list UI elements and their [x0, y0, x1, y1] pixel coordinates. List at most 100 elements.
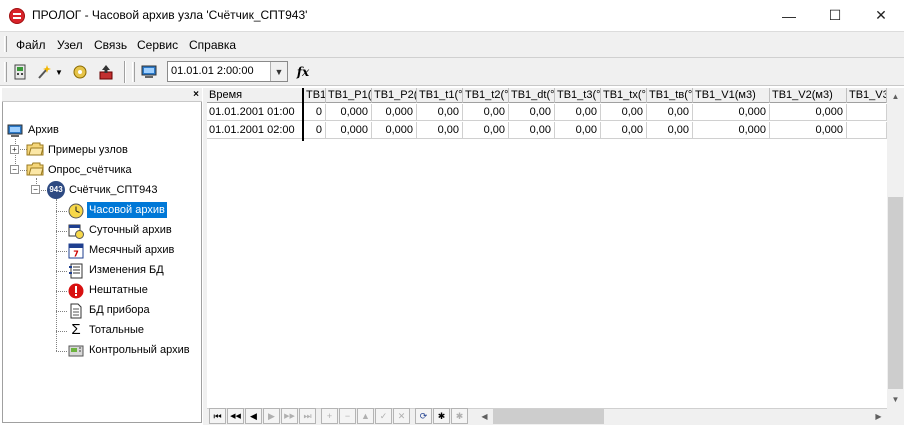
tree-item-totals[interactable]: Тотальные: [87, 322, 146, 338]
archive-date-value[interactable]: 01.01.01 2:00:00: [171, 65, 254, 77]
nav-prior-page-button[interactable]: ◀◀: [227, 408, 244, 424]
nav-clear-button[interactable]: ✱: [451, 408, 468, 424]
horizontal-scroll-thumb[interactable]: [493, 409, 604, 424]
nav-refresh-button[interactable]: ⟳: [415, 408, 432, 424]
table-cell[interactable]: 0,000: [372, 122, 417, 139]
table-cell[interactable]: 0,00: [555, 104, 601, 121]
column-header[interactable]: ТВ1_t2(°: [463, 88, 509, 103]
nav-edit-button[interactable]: ▲: [357, 408, 374, 424]
column-header[interactable]: ТВ1_t1(°: [417, 88, 463, 103]
tree-item-examples[interactable]: Примеры узлов: [46, 142, 130, 158]
table-cell[interactable]: 0,00: [555, 122, 601, 139]
tools-icon[interactable]: [69, 61, 91, 83]
device-icon[interactable]: [9, 61, 31, 83]
nav-apply-button[interactable]: ✱: [433, 408, 450, 424]
table-cell[interactable]: 0,00: [509, 104, 555, 121]
table-cell[interactable]: 0,000: [770, 104, 847, 121]
scroll-right-icon[interactable]: ▶: [870, 408, 887, 425]
table-cell[interactable]: [847, 122, 887, 139]
export-icon[interactable]: [95, 61, 117, 83]
menu-help[interactable]: Справка: [189, 37, 236, 53]
menu-connection[interactable]: Связь: [94, 37, 127, 53]
column-header[interactable]: ТВ1_V3(: [847, 88, 887, 103]
toolbar-grip-2[interactable]: [132, 62, 135, 82]
table-cell[interactable]: 0,00: [647, 122, 693, 139]
expand-button[interactable]: +: [10, 145, 19, 154]
menu-grip[interactable]: [4, 36, 7, 52]
collapse-button[interactable]: −: [10, 165, 19, 174]
nav-prior-button[interactable]: ◀: [245, 408, 262, 424]
column-header[interactable]: ТВ1_t3(°: [555, 88, 601, 103]
tree-item-hourly-archive[interactable]: Часовой архив: [87, 202, 167, 218]
column-header[interactable]: ТВ1: [304, 88, 326, 103]
tree-item-daily-archive[interactable]: Суточный архив: [87, 222, 174, 238]
row-time-cell[interactable]: 01.01.2001 02:00: [207, 122, 304, 139]
table-cell[interactable]: 0,00: [463, 104, 509, 121]
scroll-left-icon[interactable]: ◀: [476, 408, 493, 425]
formula-button[interactable]: fx: [292, 61, 314, 83]
wand-icon[interactable]: [33, 61, 55, 83]
close-panel-button[interactable]: ×: [190, 88, 202, 102]
table-cell[interactable]: [847, 104, 887, 121]
maximize-button[interactable]: ☐: [812, 0, 858, 31]
tree-item-poll[interactable]: Опрос_счётчика: [46, 162, 134, 178]
column-header[interactable]: ТВ1_tx(°: [601, 88, 647, 103]
table-cell[interactable]: 0,00: [601, 122, 647, 139]
close-button[interactable]: ✕: [858, 0, 904, 31]
table-cell[interactable]: 0,00: [601, 104, 647, 121]
table-cell[interactable]: 0,00: [509, 122, 555, 139]
collapse-button[interactable]: −: [31, 185, 40, 194]
nav-next-button[interactable]: ▶: [263, 408, 280, 424]
menu-bar: [0, 31, 904, 58]
calendar-month-icon: 7: [68, 243, 84, 259]
menu-file[interactable]: Файл: [16, 37, 46, 53]
column-header[interactable]: ТВ1_V1(м3): [693, 88, 770, 103]
fixed-column-separator: [302, 88, 304, 141]
table-cell[interactable]: 0,00: [647, 104, 693, 121]
scroll-up-icon[interactable]: ▲: [887, 88, 904, 105]
nav-next-page-button[interactable]: ▶▶: [281, 408, 298, 424]
tree-item-monthly-archive[interactable]: Месячный архив: [87, 242, 176, 258]
nav-cancel-button[interactable]: ✕: [393, 408, 410, 424]
tree-item-meter[interactable]: Счётчик_СПТ943: [67, 182, 159, 198]
table-cell[interactable]: 0,000: [326, 104, 372, 121]
minimize-button[interactable]: —: [766, 0, 812, 31]
toolbar-grip[interactable]: [4, 62, 7, 82]
tree-item-device-db[interactable]: БД прибора: [87, 302, 152, 318]
table-cell[interactable]: 0,000: [770, 122, 847, 139]
tree-item-control-archive[interactable]: Контрольный архив: [87, 342, 192, 358]
table-cell[interactable]: 0: [304, 122, 326, 139]
menu-service[interactable]: Сервис: [137, 37, 178, 53]
column-header[interactable]: Время: [207, 88, 304, 103]
folder-open-icon: [26, 161, 44, 177]
menu-node[interactable]: Узел: [57, 37, 83, 53]
nav-last-button[interactable]: ⏭: [299, 408, 316, 424]
table-cell[interactable]: 0,000: [326, 122, 372, 139]
nav-delete-button[interactable]: −: [339, 408, 356, 424]
table-cell[interactable]: 0,000: [372, 104, 417, 121]
chevron-down-icon[interactable]: ▼: [270, 62, 287, 81]
tree-item-archive[interactable]: Архив: [26, 122, 61, 138]
column-header[interactable]: ТВ1_tв(°: [647, 88, 693, 103]
tree-item-db-changes[interactable]: Изменения БД: [87, 262, 166, 278]
archive-date-combobox[interactable]: 01.01.01 2:00:00 ▼: [167, 61, 288, 82]
vertical-scroll-thumb[interactable]: [888, 197, 903, 389]
table-cell[interactable]: 0,00: [417, 104, 463, 121]
tree-item-abnormal[interactable]: Нештатные: [87, 282, 150, 298]
column-header[interactable]: ТВ1_Р2(: [372, 88, 417, 103]
column-header[interactable]: ТВ1_dt(°: [509, 88, 555, 103]
chevron-down-icon[interactable]: ▼: [53, 61, 65, 83]
nav-insert-button[interactable]: +: [321, 408, 338, 424]
table-cell[interactable]: 0,00: [463, 122, 509, 139]
column-header[interactable]: ТВ1_Р1(: [326, 88, 372, 103]
row-time-cell[interactable]: 01.01.2001 01:00: [207, 104, 304, 121]
table-cell[interactable]: 0,00: [417, 122, 463, 139]
table-cell[interactable]: 0,000: [693, 122, 770, 139]
computer-icon[interactable]: [138, 61, 160, 83]
table-cell[interactable]: 0: [304, 104, 326, 121]
table-cell[interactable]: 0,000: [693, 104, 770, 121]
nav-post-button[interactable]: ✓: [375, 408, 392, 424]
column-header[interactable]: ТВ1_V2(м3): [770, 88, 847, 103]
scroll-down-icon[interactable]: ▼: [887, 391, 904, 408]
nav-first-button[interactable]: ⏮: [209, 408, 226, 424]
